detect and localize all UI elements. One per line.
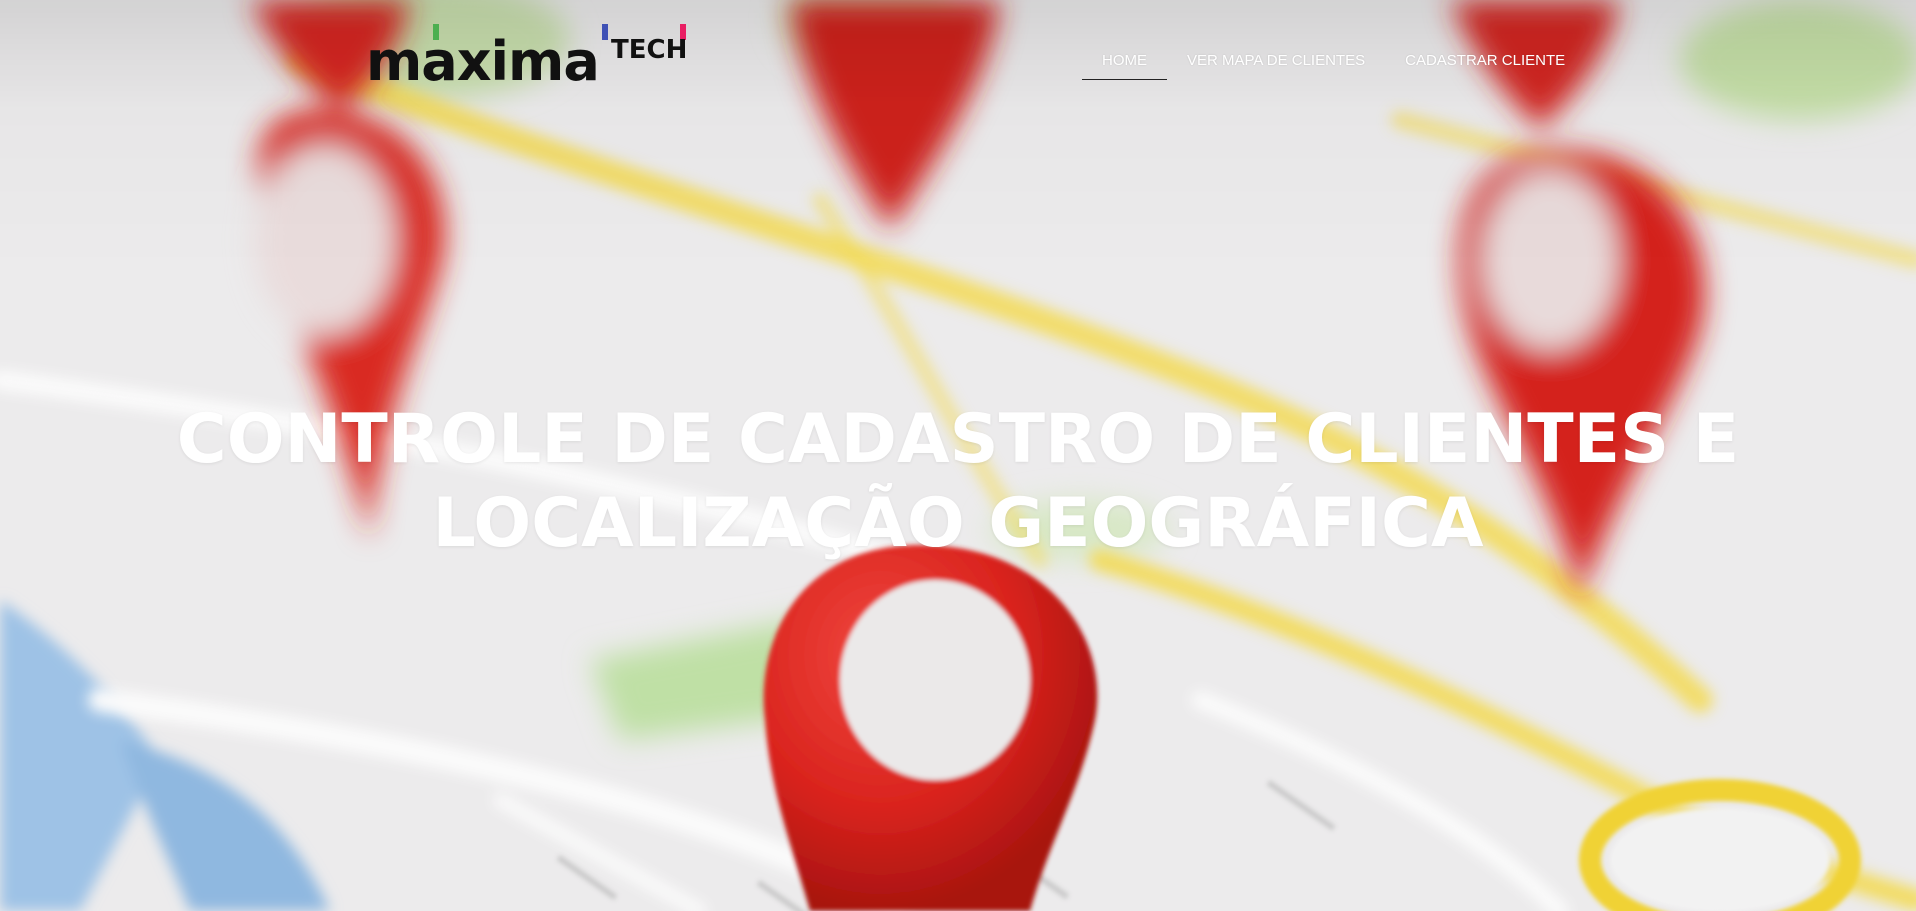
nav-link-client-map[interactable]: VER MAPA DE CLIENTES (1167, 48, 1385, 79)
nav-entry-register-client: CADASTRAR CLIENTE (1385, 48, 1585, 79)
main-navigation: HOME VER MAPA DE CLIENTES CADASTRAR CLIE… (0, 48, 1916, 80)
nav-entry-client-map: VER MAPA DE CLIENTES (1167, 48, 1385, 79)
hero-section: maxima TECH HOME VER MAPA DE CLIENTES CA… (0, 0, 1916, 911)
logo-blue-accent (602, 24, 608, 40)
hero-title: CONTROLE DE CADASTRO DE CLIENTES E LOCAL… (176, 400, 1740, 563)
nav-link-home[interactable]: HOME (1082, 48, 1167, 80)
nav-link-register-client[interactable]: CADASTRAR CLIENTE (1385, 48, 1585, 79)
nav-list: HOME VER MAPA DE CLIENTES CADASTRAR CLIE… (1082, 48, 1585, 80)
nav-entry-home: HOME (1082, 48, 1167, 80)
